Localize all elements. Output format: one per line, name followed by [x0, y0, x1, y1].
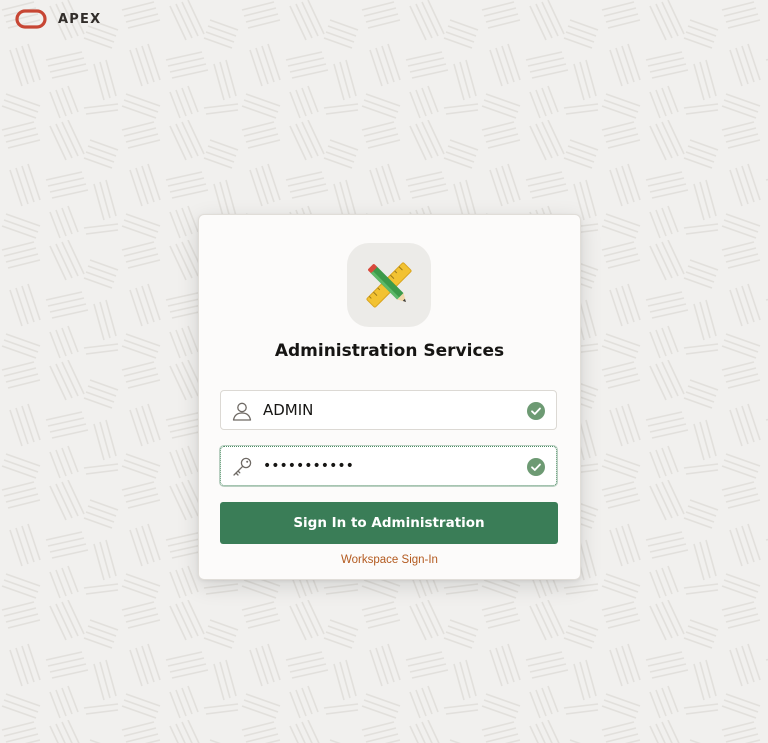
username-input[interactable]: [263, 391, 513, 429]
brand-name: APEX: [58, 11, 102, 27]
password-input[interactable]: [263, 447, 513, 485]
top-bar: APEX: [0, 0, 101, 38]
sign-in-button[interactable]: Sign In to Administration: [220, 502, 558, 544]
key-icon: [233, 457, 252, 476]
username-field[interactable]: [220, 390, 557, 430]
check-circle-icon: [527, 458, 545, 476]
page-title: Administration Services: [274, 341, 505, 361]
login-card: Administration Services Sign In to Admin…: [198, 214, 581, 580]
check-circle-icon: [527, 402, 545, 420]
user-icon: [232, 402, 252, 421]
workspace-sign-in-link-container: Workspace Sign-In: [199, 554, 580, 566]
pencil-ruler-icon: [347, 243, 431, 327]
oracle-logo-icon[interactable]: [15, 9, 47, 29]
password-field[interactable]: [220, 446, 557, 486]
workspace-sign-in-link[interactable]: Workspace Sign-In: [341, 554, 438, 566]
